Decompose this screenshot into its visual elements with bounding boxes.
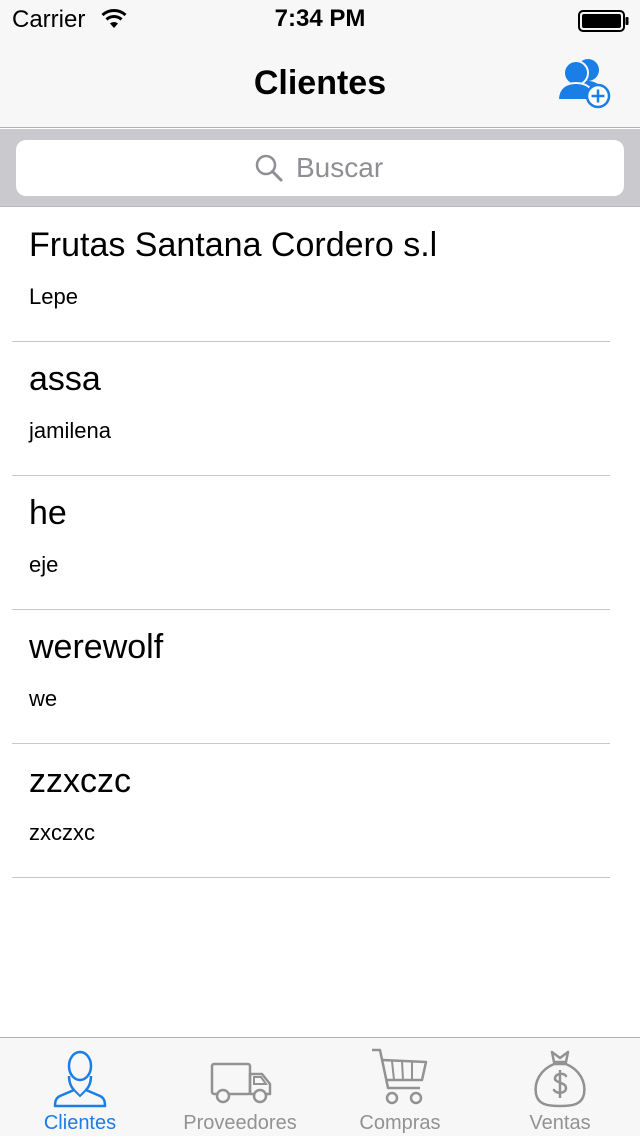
status-time: 7:34 PM [274, 5, 366, 32]
list-item[interactable]: assa jamilena [0, 342, 640, 476]
client-city: we [29, 686, 58, 711]
screen: Carrier 7:34 PM Clientes Buscar Frutas S… [0, 0, 640, 1136]
tab-label: Ventas [529, 1112, 591, 1134]
client-city: eje [29, 552, 59, 577]
search-icon [255, 154, 283, 182]
client-name: he [29, 494, 67, 532]
tab-label: Compras [359, 1112, 441, 1134]
list-item[interactable]: zzxczc zxczxc [0, 744, 640, 878]
status-bar: Carrier 7:34 PM [0, 0, 640, 40]
search-input[interactable] [296, 152, 596, 184]
tab-compras[interactable]: Compras [320, 1038, 480, 1136]
list-item[interactable]: werewolf we [0, 610, 640, 744]
add-client-button[interactable] [552, 54, 614, 112]
tab-proveedores[interactable]: Proveedores [160, 1038, 320, 1136]
tab-bar: Clientes Proveedores Compras Ventas [0, 1037, 640, 1136]
navigation-bar: Clientes [0, 40, 640, 128]
client-name: werewolf [29, 628, 164, 666]
client-city: Lepe [29, 284, 78, 309]
person-icon [53, 1050, 107, 1108]
client-city: zxczxc [29, 820, 95, 845]
tab-clientes[interactable]: Clientes [0, 1038, 160, 1136]
tab-ventas[interactable]: Ventas [480, 1038, 640, 1136]
tab-label: Clientes [43, 1112, 117, 1134]
client-list: Frutas Santana Cordero s.l Lepe assa jam… [0, 208, 640, 878]
add-user-icon [556, 59, 611, 109]
list-item[interactable]: he eje [0, 476, 640, 610]
client-name: Frutas Santana Cordero s.l [29, 226, 438, 264]
search-bar [0, 129, 640, 207]
client-name: assa [29, 360, 101, 398]
list-item[interactable]: Frutas Santana Cordero s.l Lepe [0, 208, 640, 342]
truck-icon [210, 1062, 272, 1104]
battery-icon [578, 10, 629, 32]
client-name: zzxczc [29, 762, 131, 800]
page-title: Clientes [253, 64, 387, 102]
tab-label: Proveedores [183, 1112, 297, 1134]
client-city: jamilena [29, 418, 111, 443]
money-bag-icon [534, 1050, 586, 1108]
search-field[interactable] [16, 140, 624, 196]
cart-icon [372, 1048, 428, 1105]
